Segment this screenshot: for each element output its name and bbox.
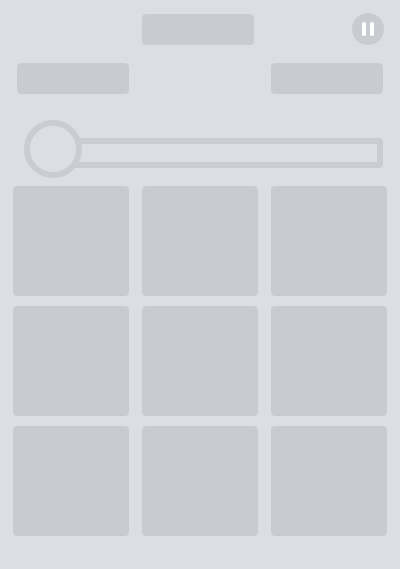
game-screen [0, 0, 400, 569]
tile-grid [13, 186, 387, 536]
pause-button[interactable] [352, 13, 384, 45]
tile-9[interactable] [271, 426, 387, 536]
pause-icon [370, 22, 374, 36]
tile-6[interactable] [271, 306, 387, 416]
tile-2[interactable] [142, 186, 258, 296]
timer-knob [24, 120, 82, 178]
pause-icon [362, 22, 366, 36]
left-stat-placeholder [17, 63, 129, 94]
tile-8[interactable] [142, 426, 258, 536]
tile-7[interactable] [13, 426, 129, 536]
timer-bar [60, 138, 383, 168]
tile-3[interactable] [271, 186, 387, 296]
tile-1[interactable] [13, 186, 129, 296]
right-stat-placeholder [271, 63, 383, 94]
tile-5[interactable] [142, 306, 258, 416]
title-placeholder [142, 14, 254, 45]
tile-4[interactable] [13, 306, 129, 416]
